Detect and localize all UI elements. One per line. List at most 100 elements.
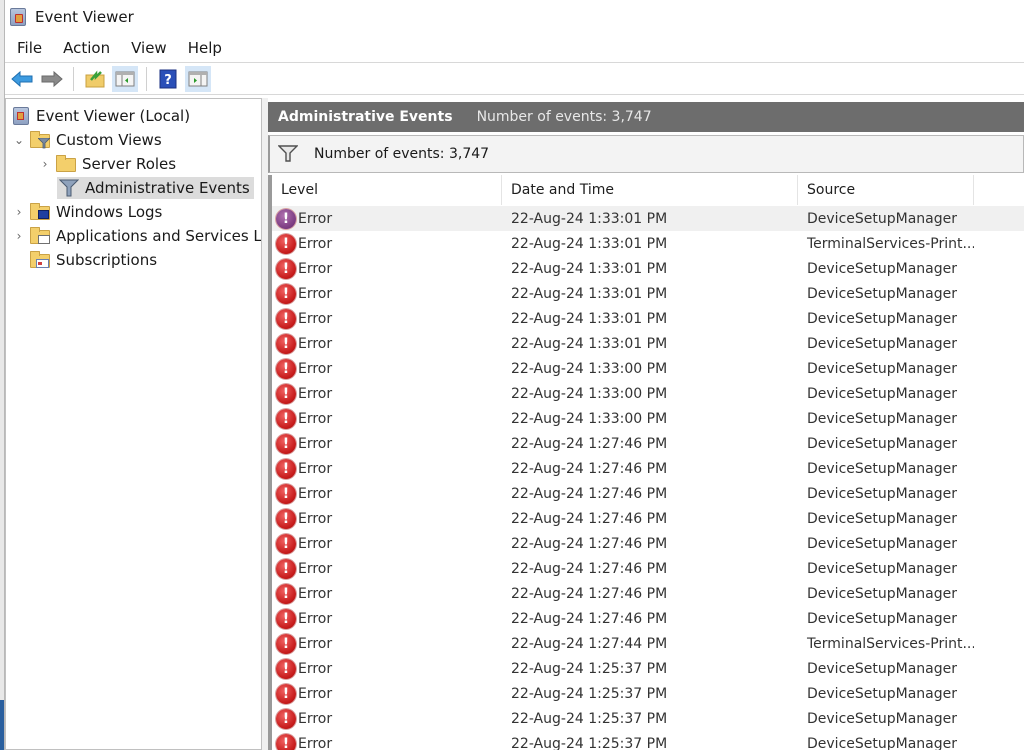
back-arrow-icon — [11, 70, 33, 87]
event-viewer-icon — [10, 8, 26, 26]
column-header-source[interactable]: Source — [798, 175, 974, 205]
cell-source: DeviceSetupManager — [807, 285, 957, 302]
table-row[interactable]: ! Error 22-Aug-24 1:33:01 PM DeviceSetupMan… — [272, 256, 1024, 281]
cell-source: DeviceSetupManager — [807, 485, 957, 502]
table-row[interactable]: ! Error 22-Aug-24 1:25:37 PM DeviceSetupMan… — [272, 706, 1024, 731]
table-row[interactable]: ! Error 22-Aug-24 1:33:01 PM TerminalServic… — [272, 231, 1024, 256]
error-icon: ! — [276, 633, 296, 654]
error-icon: ! — [276, 258, 296, 279]
up-level-button[interactable] — [82, 66, 108, 92]
forward-button[interactable] — [39, 66, 65, 92]
cell-level: ! Error — [272, 283, 502, 304]
table-row[interactable]: ! Error 22-Aug-24 1:27:46 PM DeviceSetupMan… — [272, 506, 1024, 531]
cell-level: ! Error — [272, 558, 502, 579]
cell-date-time: 22-Aug-24 1:33:01 PM — [511, 310, 668, 327]
level-text: Error — [298, 485, 333, 502]
level-text: Error — [298, 660, 333, 677]
table-row[interactable]: ! Error 22-Aug-24 1:33:01 PM DeviceSetupMan… — [272, 331, 1024, 356]
show-hide-console-tree-button[interactable] — [112, 65, 138, 92]
table-row[interactable]: ! Error 22-Aug-24 1:33:00 PM DeviceSetupMan… — [272, 356, 1024, 381]
column-header-date-time[interactable]: Date and Time — [502, 175, 798, 205]
cell-source: DeviceSetupManager — [807, 410, 957, 427]
filter-event-count: Number of events: 3,747 — [314, 146, 490, 162]
tree-item-windows-logs[interactable]: › Windows Logs — [12, 201, 162, 223]
chevron-right-icon[interactable]: › — [12, 205, 26, 219]
menu-bar: File Action View Help — [5, 34, 1024, 61]
error-icon: ! — [276, 583, 296, 604]
error-icon: ! — [276, 558, 296, 579]
help-icon: ? — [159, 69, 177, 88]
event-viewer-icon — [12, 107, 30, 125]
cell-date-time: 22-Aug-24 1:33:00 PM — [511, 410, 668, 427]
help-button[interactable]: ? — [155, 66, 181, 92]
menu-file[interactable]: File — [17, 39, 42, 57]
cell-source: DeviceSetupManager — [807, 435, 957, 452]
chevron-right-icon[interactable]: › — [12, 229, 26, 243]
cell-date-time: 22-Aug-24 1:27:46 PM — [511, 535, 668, 552]
toolbar: ? — [5, 62, 1024, 95]
table-row[interactable]: ! Error 22-Aug-24 1:27:46 PM DeviceSetupMan… — [272, 456, 1024, 481]
table-row[interactable]: ! Error 22-Aug-24 1:27:46 PM DeviceSetupMan… — [272, 581, 1024, 606]
error-icon: ! — [276, 508, 296, 529]
table-row[interactable]: ! Error 22-Aug-24 1:33:00 PM DeviceSetupMan… — [272, 381, 1024, 406]
cell-date-time: 22-Aug-24 1:33:01 PM — [511, 335, 668, 352]
column-header-empty — [974, 175, 1024, 205]
cell-level: ! Error — [272, 258, 502, 279]
cell-date-time: 22-Aug-24 1:33:00 PM — [511, 360, 668, 377]
table-row[interactable]: ! Error 22-Aug-24 1:25:37 PM DeviceSetupMan… — [272, 656, 1024, 681]
tree-item-label: Server Roles — [82, 155, 177, 173]
menu-action[interactable]: Action — [63, 39, 110, 57]
cell-level: ! Error — [272, 508, 502, 529]
title-bar: Event Viewer — [5, 0, 1024, 34]
level-text: Error — [298, 735, 333, 750]
table-row[interactable]: ! Error 22-Aug-24 1:27:46 PM DeviceSetupMan… — [272, 431, 1024, 456]
cell-level: ! Error — [272, 208, 502, 229]
tree-item-label: Subscriptions — [56, 251, 158, 269]
filter-icon — [278, 145, 298, 162]
tree-item-subscriptions[interactable]: Subscriptions — [30, 249, 157, 271]
column-header-level[interactable]: Level — [272, 175, 502, 205]
tree-item-administrative-events[interactable]: Administrative Events — [57, 177, 254, 199]
cell-source: DeviceSetupManager — [807, 260, 957, 277]
svg-text:?: ? — [164, 73, 172, 88]
menu-view[interactable]: View — [131, 39, 167, 57]
level-text: Error — [298, 260, 333, 277]
back-button[interactable] — [9, 66, 35, 92]
show-hide-action-pane-button[interactable] — [185, 65, 211, 92]
cell-level: ! Error — [272, 683, 502, 704]
table-row[interactable]: ! Error 22-Aug-24 1:33:01 PM DeviceSetupMan… — [272, 306, 1024, 331]
chevron-right-icon[interactable]: › — [38, 157, 52, 171]
table-row[interactable]: ! Error 22-Aug-24 1:27:44 PM TerminalServic… — [272, 631, 1024, 656]
tree-item-custom-views[interactable]: ⌄ Custom Views — [12, 129, 162, 151]
table-row[interactable]: ! Error 22-Aug-24 1:33:01 PM DeviceSetupMan… — [272, 206, 1024, 231]
table-row[interactable]: ! Error 22-Aug-24 1:27:46 PM DeviceSetupMan… — [272, 531, 1024, 556]
tree-item-server-roles[interactable]: › Server Roles — [38, 153, 176, 175]
tree-item-applications-and-services-logs[interactable]: › Applications and Services Logs — [12, 225, 261, 247]
table-body: ! Error 22-Aug-24 1:33:01 PM DeviceSetupMan… — [272, 206, 1024, 750]
table-row[interactable]: ! Error 22-Aug-24 1:25:37 PM DeviceSetupMan… — [272, 681, 1024, 706]
table-row[interactable]: ! Error 22-Aug-24 1:27:46 PM DeviceSetupMan… — [272, 556, 1024, 581]
subscriptions-icon — [30, 251, 50, 269]
content-header-bar: Administrative Events Number of events: … — [268, 102, 1024, 132]
table-header: Level Date and Time Source — [272, 175, 1024, 205]
chevron-down-icon[interactable]: ⌄ — [12, 133, 26, 147]
cell-source: DeviceSetupManager — [807, 335, 957, 352]
action-pane-icon — [188, 71, 208, 86]
tree-item-event-viewer-local[interactable]: Event Viewer (Local) — [12, 105, 190, 127]
folder-apps-icon — [30, 227, 50, 245]
cell-date-time: 22-Aug-24 1:25:37 PM — [511, 660, 668, 677]
table-row[interactable]: ! Error 22-Aug-24 1:27:46 PM DeviceSetupMan… — [272, 481, 1024, 506]
table-row[interactable]: ! Error 22-Aug-24 1:33:00 PM DeviceSetupMan… — [272, 406, 1024, 431]
table-row[interactable]: ! Error 22-Aug-24 1:25:37 PM DeviceSetupMan… — [272, 731, 1024, 750]
table-row[interactable]: ! Error 22-Aug-24 1:27:46 PM DeviceSetupMan… — [272, 606, 1024, 631]
level-text: Error — [298, 710, 333, 727]
table-row[interactable]: ! Error 22-Aug-24 1:33:01 PM DeviceSetupMan… — [272, 281, 1024, 306]
cell-date-time: 22-Aug-24 1:33:01 PM — [511, 210, 668, 227]
level-text: Error — [298, 535, 333, 552]
menu-help[interactable]: Help — [188, 39, 222, 57]
error-icon: ! — [276, 608, 296, 629]
cell-date-time: 22-Aug-24 1:27:46 PM — [511, 460, 668, 477]
cell-level: ! Error — [272, 333, 502, 354]
cell-source: DeviceSetupManager — [807, 585, 957, 602]
level-text: Error — [298, 610, 333, 627]
